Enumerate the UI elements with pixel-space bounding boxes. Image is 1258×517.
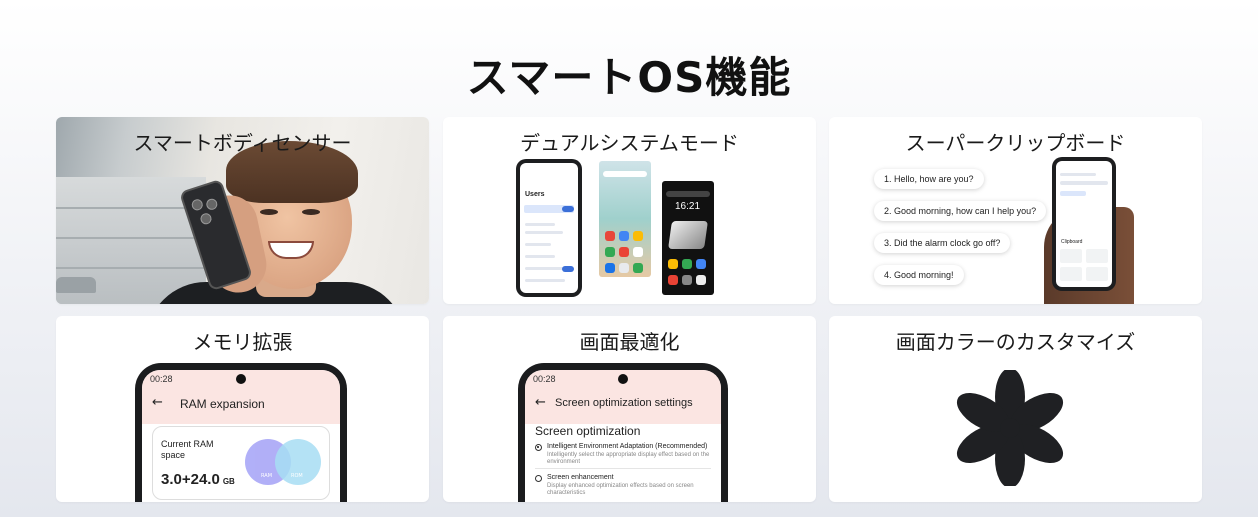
option-desc: characteristics [547, 490, 586, 496]
front-camera [236, 374, 246, 384]
card-title: 画面最適化 [579, 330, 680, 354]
clipboard-panel-label: Clipboard [1061, 239, 1083, 245]
phone-users-settings: Users [516, 159, 582, 297]
option-desc: Display enhanced optimization effects ba… [547, 483, 694, 489]
section-title: Screen optimization [535, 424, 641, 438]
option-label[interactable]: Screen enhancement [547, 474, 614, 481]
page-title: スマートOS機能 [466, 53, 792, 102]
home-screen-preview [599, 161, 651, 277]
card-screen-color-customization: 画面カラーのカスタマイズ [829, 316, 1202, 502]
radio-button[interactable] [535, 444, 542, 451]
camera-icon [204, 197, 219, 212]
feature-page: スマートOS機能 スマートボディセンサー デュアルシステムモード Users 1… [0, 0, 1258, 517]
dark-clock-preview: 16:21 [662, 181, 714, 295]
card-dual-system-mode: デュアルシステムモード Users 16:21 [443, 117, 816, 304]
chat-bubble: 3. Did the alarm clock go off? [874, 233, 1011, 253]
chat-bubble: 2. Good morning, how can I help you? [874, 201, 1047, 221]
toggle-switch [562, 206, 574, 212]
car-silhouette [56, 277, 96, 293]
option-desc: Intelligently select the appropriate dis… [547, 452, 710, 458]
ram-label: space [161, 450, 186, 460]
camera-icon [190, 197, 205, 212]
status-time: 00:28 [150, 374, 173, 384]
toggle-switch [562, 266, 574, 272]
rom-circle: ROM [275, 439, 321, 485]
ram-circle-label: RAM [261, 473, 273, 479]
front-camera [618, 374, 628, 384]
person-eye [302, 209, 320, 215]
card-screen-optimization: 画面最適化 00:28 ← Screen optimization settin… [443, 316, 816, 502]
person-eye [260, 209, 278, 215]
back-arrow-icon[interactable]: ← [152, 395, 163, 410]
chat-bubble: 1. Hello, how are you? [874, 169, 984, 189]
phone-ram: 00:28 ← RAM expansion Current RAM space … [135, 363, 347, 502]
card-title: 画面カラーのカスタマイズ [895, 330, 1136, 354]
card-smart-body-sensor: スマートボディセンサー [56, 117, 429, 304]
card-memory-expansion: メモリ拡張 00:28 ← RAM expansion Current RAM … [56, 316, 429, 502]
phone-clipboard: Clipboard [1052, 157, 1116, 291]
card-title: スマートボディセンサー [133, 131, 352, 155]
screen-opt-header: Screen optimization settings [555, 397, 693, 409]
card-super-clipboard: スーパークリップボード 1. Hello, how are you? 2. Go… [829, 117, 1202, 304]
ram-value: 3.0+24.0 GB [161, 471, 235, 488]
phone-screen-opt: 00:28 ← Screen optimization settings Scr… [518, 363, 728, 502]
ram-header: RAM expansion [180, 397, 265, 411]
ram-value-number: 3.0+24.0 [161, 471, 220, 488]
flower-icon [956, 370, 1064, 486]
gt-logo [668, 221, 708, 249]
radio-button[interactable] [535, 475, 542, 482]
card-title: デュアルシステムモード [520, 131, 739, 155]
card-title: メモリ拡張 [192, 330, 293, 354]
option-desc: environment [547, 459, 581, 465]
camera-icon [199, 211, 213, 226]
ram-card: Current RAM space 3.0+24.0 GB RAM ROM [152, 426, 330, 500]
status-time: 00:28 [533, 374, 556, 384]
rom-circle-label: ROM [291, 473, 303, 479]
option-label[interactable]: Intelligent Environment Adaptation (Reco… [547, 443, 707, 450]
users-title: Users [525, 191, 545, 198]
back-arrow-icon[interactable]: ← [535, 395, 546, 410]
card-title: スーパークリップボード [905, 131, 1126, 155]
ram-unit: GB [222, 477, 235, 486]
chat-bubble: 4. Good morning! [874, 265, 964, 285]
clock-time: 16:21 [675, 201, 701, 212]
ram-label: Current RAM [161, 439, 214, 449]
